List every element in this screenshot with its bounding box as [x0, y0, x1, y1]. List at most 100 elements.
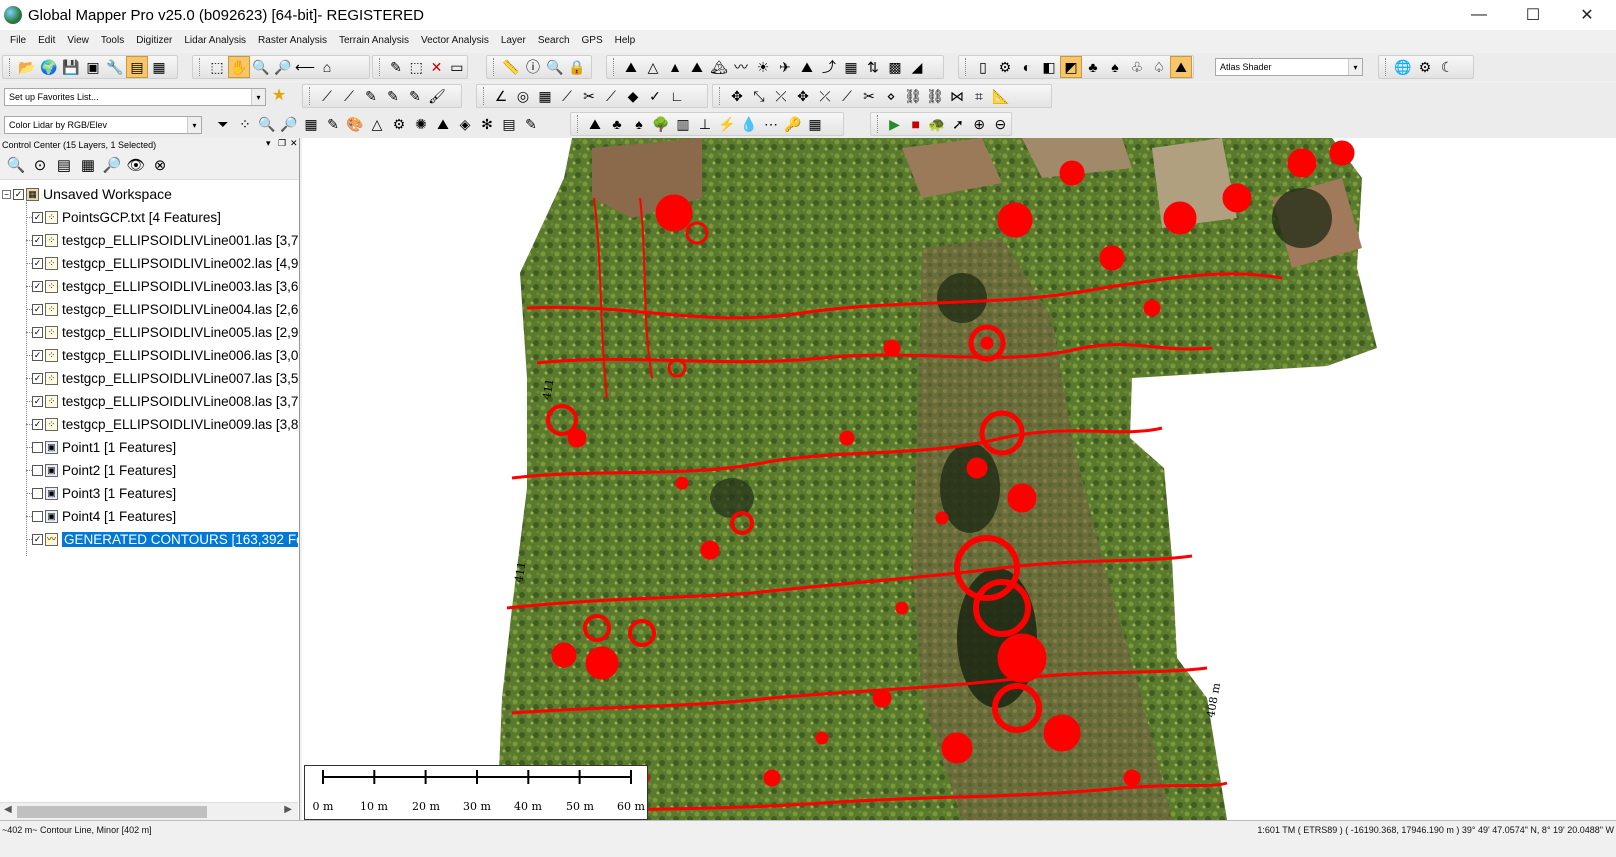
- layer-item[interactable]: ✓ ⁘ testgcp_ELLIPSOIDLIVLine007.las [3,5: [32, 367, 298, 390]
- home-icon[interactable]: ⌂: [316, 56, 338, 78]
- lidar-edit-icon[interactable]: ✎: [322, 113, 344, 135]
- layer-visibility-checkbox[interactable]: ✓: [32, 396, 43, 407]
- menu-terrain-analysis[interactable]: Terrain Analysis: [333, 30, 415, 52]
- measure-icon[interactable]: 📏: [500, 56, 522, 78]
- minimize-button[interactable]: —: [1456, 0, 1502, 30]
- menu-gps[interactable]: GPS: [576, 30, 609, 52]
- menu-raster-analysis[interactable]: Raster Analysis: [252, 30, 333, 52]
- layer-visibility-checkbox[interactable]: ✓: [32, 281, 43, 292]
- angle-tool-icon[interactable]: ∠: [490, 85, 512, 107]
- menu-file[interactable]: File: [4, 30, 32, 52]
- toolbar-grip[interactable]: [1385, 58, 1388, 76]
- layer-item[interactable]: ✓ ⁘ testgcp_ELLIPSOIDLIVLine005.las [2,9: [32, 321, 298, 344]
- shader-options-icon[interactable]: ⚙: [994, 56, 1016, 78]
- scroll-left-icon[interactable]: ◀: [4, 804, 12, 815]
- tree-class-icon[interactable]: 🌳: [650, 113, 672, 135]
- close-button[interactable]: ✕: [1564, 0, 1610, 30]
- cut-line-icon[interactable]: ✂: [858, 85, 880, 107]
- online-data-globe-icon[interactable]: 🌐: [1392, 56, 1414, 78]
- back-arrow-icon[interactable]: ⟵: [294, 56, 316, 78]
- layer-visibility-checkbox[interactable]: [32, 442, 43, 453]
- elevation-grid-icon[interactable]: ▩: [884, 56, 906, 78]
- menu-digitizer[interactable]: Digitizer: [130, 30, 178, 52]
- toolbar-grip[interactable]: [379, 58, 382, 76]
- layer-item[interactable]: ▣ Point2 [1 Features]: [32, 459, 176, 482]
- save-icon[interactable]: 💾: [60, 56, 82, 78]
- layer-item[interactable]: ▣ Point1 [1 Features]: [32, 436, 176, 459]
- settings-gear-icon[interactable]: ⚙: [1414, 56, 1436, 78]
- map-canvas[interactable]: 411 411 408 m: [302, 138, 1616, 820]
- toolbar-grip[interactable]: [719, 87, 722, 105]
- map-view[interactable]: 411 411 408 m 0 m 10 m 20 m 30 m 40 m 50…: [302, 138, 1616, 820]
- path-profile-icon[interactable]: ⤴: [818, 56, 840, 78]
- workspace-checkbox[interactable]: ✓: [13, 188, 24, 200]
- turtle-icon[interactable]: 🐢: [926, 113, 947, 135]
- toolbar-grip[interactable]: [483, 87, 486, 105]
- lidar-colorize-icon[interactable]: 🎨: [344, 113, 366, 135]
- atlas-shader-icon[interactable]: ⛰: [1170, 56, 1192, 78]
- layer-visibility-checkbox[interactable]: ✓: [32, 327, 43, 338]
- layer-item[interactable]: ✓ ⁘ testgcp_ELLIPSOIDLIVLine001.las [3,7: [32, 229, 298, 252]
- delete-x-icon[interactable]: ✕: [426, 56, 446, 78]
- offset-line-icon[interactable]: ∟: [666, 85, 688, 107]
- layer-visibility-checkbox[interactable]: [32, 488, 43, 499]
- layer-visibility-checkbox[interactable]: [32, 511, 43, 522]
- close-panel-button[interactable]: ✕: [290, 138, 298, 149]
- water-class-icon[interactable]: 💧: [738, 113, 760, 135]
- shapes-icon[interactable]: ◆: [622, 85, 644, 107]
- float-panel-button[interactable]: ❐: [278, 138, 286, 149]
- light-direction-icon[interactable]: ◐: [1016, 56, 1038, 78]
- shrub-class-icon[interactable]: ♠: [628, 113, 650, 135]
- delete-vertex-icon[interactable]: ⤫: [814, 85, 836, 107]
- pencil-icon[interactable]: ✎: [386, 56, 406, 78]
- layer-visibility-checkbox[interactable]: [32, 465, 43, 476]
- layer-visibility-checkbox[interactable]: ✓: [32, 373, 43, 384]
- layer-item[interactable]: ✓ ⁘ testgcp_ELLIPSOIDLIVLine004.las [2,6: [32, 298, 298, 321]
- hill-shade-icon[interactable]: ◩: [1060, 56, 1082, 78]
- layer-item[interactable]: ▣ Point3 [1 Features]: [32, 482, 176, 505]
- zoom-in-icon[interactable]: 🔍: [250, 56, 272, 78]
- lidar-stats-icon[interactable]: ▤: [498, 113, 520, 135]
- layer-item[interactable]: ✓ ⁘ testgcp_ELLIPSOIDLIVLine009.las [3,8: [32, 413, 298, 436]
- check-line-icon[interactable]: ✓: [644, 85, 666, 107]
- open-folder-icon[interactable]: 📂: [16, 56, 38, 78]
- layer-item[interactable]: ✓ ⁘ testgcp_ELLIPSOIDLIVLine006.las [3,0: [32, 344, 298, 367]
- building-class-icon[interactable]: ▥: [672, 113, 694, 135]
- remove-layer-icon[interactable]: ⊗: [148, 155, 172, 177]
- lidar-profile-icon[interactable]: ✎: [520, 113, 542, 135]
- control-center-icon[interactable]: ▤: [126, 56, 148, 78]
- toolbar-grip[interactable]: [199, 58, 202, 76]
- cube-3d-icon[interactable]: ◧: [1038, 56, 1060, 78]
- create-path-icon[interactable]: ⟋: [338, 85, 360, 107]
- search-layer-icon[interactable]: 🔎: [100, 155, 124, 177]
- edit-vertex-icon[interactable]: ✎: [360, 85, 382, 107]
- snowflake-icon[interactable]: ✻: [476, 113, 498, 135]
- scrollbar-thumb[interactable]: [17, 806, 207, 818]
- menu-search[interactable]: Search: [532, 30, 576, 52]
- toolbar-grip[interactable]: [493, 58, 496, 76]
- classify-grid-icon[interactable]: ▦: [300, 113, 322, 135]
- play-icon[interactable]: ▶: [884, 113, 905, 135]
- globe-icon[interactable]: 🌍: [38, 56, 60, 78]
- pin-panel-button[interactable]: ▾: [266, 138, 271, 149]
- scroll-right-icon[interactable]: ▶: [284, 804, 292, 815]
- triangle-icon[interactable]: △: [366, 113, 388, 135]
- workspace-root[interactable]: − ✓ ▦ Unsaved Workspace: [2, 183, 172, 205]
- connect-vertex-icon[interactable]: ⤫: [770, 85, 792, 107]
- contour-gen-icon[interactable]: 〰: [730, 56, 752, 78]
- terrain-profile-icon[interactable]: ⛰: [620, 56, 642, 78]
- sun-shade-icon[interactable]: ☀: [752, 56, 774, 78]
- layer-item[interactable]: ✓ ⁘ PointsGCP.txt [4 Features]: [32, 206, 221, 229]
- moon-icon[interactable]: ☾: [1436, 56, 1458, 78]
- collapse-toggle-icon[interactable]: −: [2, 189, 11, 199]
- menu-lidar-analysis[interactable]: Lidar Analysis: [178, 30, 252, 52]
- snap-line-icon[interactable]: ⟋: [556, 85, 578, 107]
- merge-icon[interactable]: ⋈: [946, 85, 968, 107]
- fly-over-icon[interactable]: ✈: [774, 56, 796, 78]
- terrain-paint-icon[interactable]: ⛰: [796, 56, 818, 78]
- terrain-3d-icon[interactable]: ⛰: [686, 56, 708, 78]
- toolbar-grip[interactable]: [9, 58, 12, 76]
- menu-edit[interactable]: Edit: [32, 30, 61, 52]
- fill-terrain-icon[interactable]: ◢: [906, 56, 928, 78]
- power-line-class-icon[interactable]: ⚡: [716, 113, 738, 135]
